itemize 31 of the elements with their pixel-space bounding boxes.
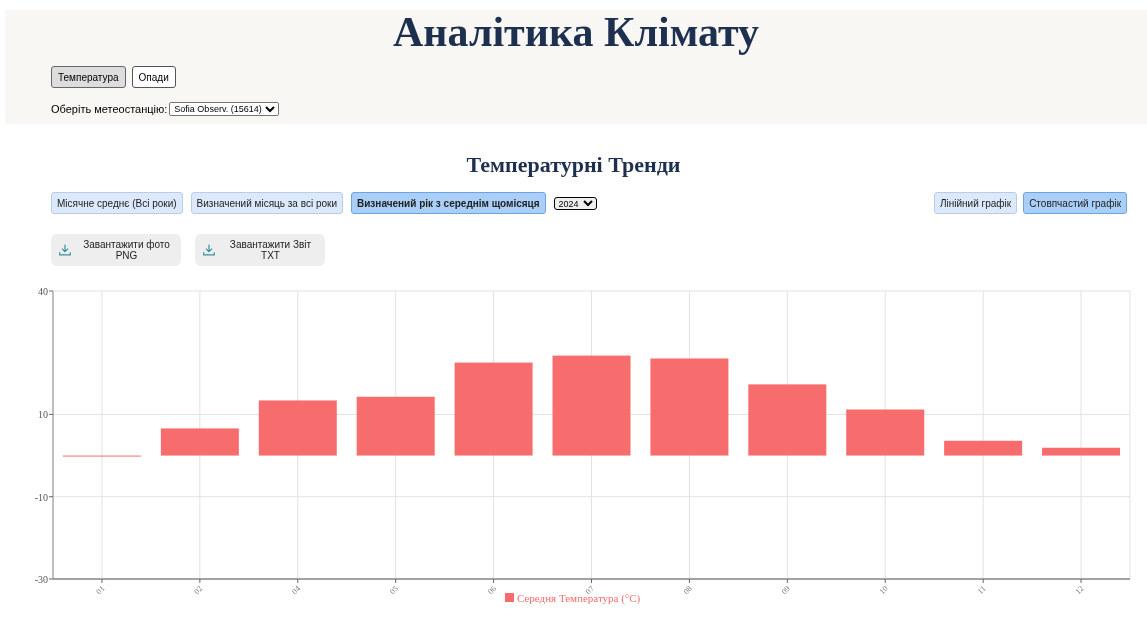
station-select[interactable]: Sofia Observ. (15614) xyxy=(169,102,280,116)
y-tick-label: 40 xyxy=(38,286,48,297)
y-tick-label: -10 xyxy=(34,491,48,503)
x-tick-label: 12 xyxy=(1073,584,1086,597)
mode-button[interactable]: Визначений рік з середнім щомісяця xyxy=(351,192,546,214)
x-tick-label: 04 xyxy=(290,584,303,597)
mode-button[interactable]: Визначений місяць за всі роки xyxy=(190,192,343,214)
x-tick-label: 08 xyxy=(681,584,694,597)
x-tick-label: 11 xyxy=(975,584,988,596)
x-tick-label: 09 xyxy=(779,584,792,597)
x-tick-label: 06 xyxy=(486,584,498,597)
tab[interactable]: Температура xyxy=(51,66,126,88)
y-tick-label: 10 xyxy=(38,409,48,421)
x-tick-label: 05 xyxy=(388,584,401,597)
x-tick-label: 10 xyxy=(877,584,890,597)
y-tick-label: -30 xyxy=(34,574,48,585)
x-tick-label: 02 xyxy=(192,584,205,597)
download-icon xyxy=(58,243,72,257)
chart-type-button[interactable]: Лінійний графік xyxy=(933,192,1018,214)
download-icon xyxy=(202,243,216,257)
tab[interactable]: Опади xyxy=(131,66,176,88)
station-label: Оберіть метеостанцію: xyxy=(51,103,168,115)
mode-button[interactable]: Місячне среднє (Всі роки) xyxy=(51,192,183,214)
chart-type-button[interactable]: Стовпчастий графік xyxy=(1023,192,1127,214)
download-button[interactable]: Завантажити Звіт TXT xyxy=(195,234,325,266)
download-button[interactable]: Завантажити фото PNG xyxy=(51,234,181,266)
year-select[interactable]: 2024 xyxy=(553,196,597,210)
section-title: Температурні Тренди xyxy=(465,152,682,178)
page-title: Аналітика Клімату xyxy=(392,10,760,54)
x-tick-label: 07 xyxy=(583,584,596,597)
x-tick-label: 01 xyxy=(94,584,107,597)
